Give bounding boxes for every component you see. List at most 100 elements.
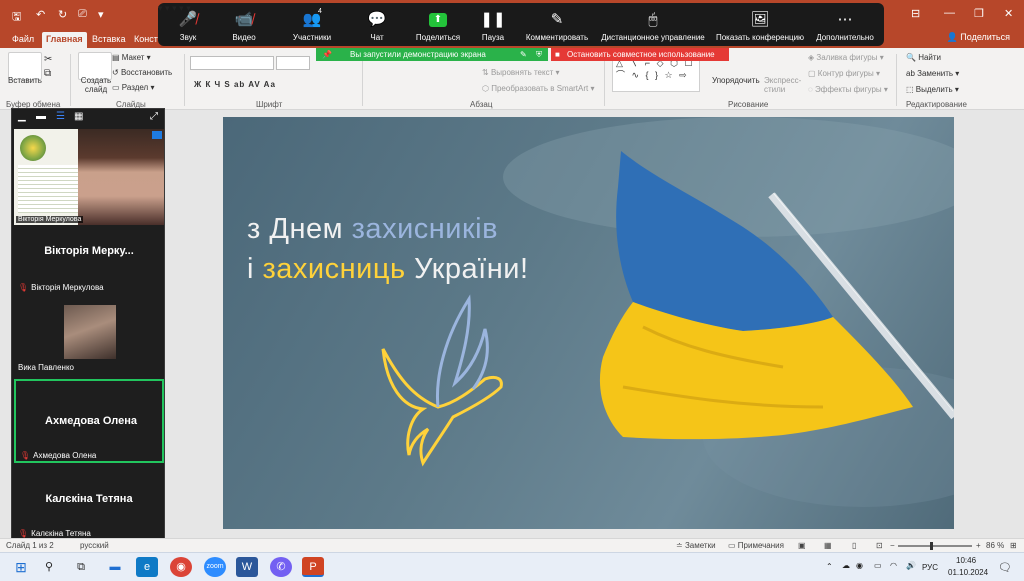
battery-icon[interactable]: ▭ xyxy=(874,561,882,570)
tab-home[interactable]: Главная xyxy=(42,32,87,48)
save-icon[interactable]: 🖫 xyxy=(12,8,21,27)
maximize-icon[interactable]: ❐ xyxy=(974,7,984,20)
comments-button[interactable]: ▭ Примечания xyxy=(728,541,784,550)
quick-styles-button[interactable]: Экспресс-стили xyxy=(764,76,802,94)
minimize-icon[interactable]: — xyxy=(944,7,955,19)
search-icon[interactable]: ⚲ xyxy=(38,557,60,577)
participants-button[interactable]: 👥 Участники xyxy=(284,3,340,46)
participant-tile-active-speaker[interactable]: Ахмедова Олена 🎙 Ахмедова Олена xyxy=(14,379,164,463)
volume-icon[interactable]: 🔊 xyxy=(906,561,916,570)
notifications-icon[interactable]: 🗨 xyxy=(998,561,1012,574)
windows-start-icon[interactable]: ⊞ xyxy=(10,557,32,577)
more-button[interactable]: ⋯ Дополнительно xyxy=(814,3,876,46)
reset-label: Восстановить xyxy=(120,68,173,77)
share-screen-button[interactable]: ⬆ Поделиться xyxy=(412,3,464,46)
section-button[interactable]: ▭ Раздел ▾ xyxy=(112,83,154,92)
slide-title[interactable]: з Днем захисників і захисниць України! xyxy=(247,209,529,289)
remote-control-button[interactable]: 🖱 Дистанционное управление xyxy=(600,3,706,46)
video-options-icon[interactable] xyxy=(152,131,162,139)
arrange-button[interactable]: Упорядочить xyxy=(712,76,760,85)
normal-view-icon[interactable]: ▣ xyxy=(798,541,806,550)
slideshow-view-icon[interactable]: ⊡ xyxy=(876,541,883,550)
remote-control-icon: 🖱 xyxy=(648,11,658,28)
share-button[interactable]: 👤 Поделиться xyxy=(947,32,1010,43)
zoom-slider-handle[interactable] xyxy=(930,542,933,550)
clock-date[interactable]: 01.10.2024 xyxy=(948,568,988,577)
strip-view-icon[interactable]: ☰ xyxy=(56,111,65,122)
shield-icon: ⛨ xyxy=(536,50,542,59)
participant-tile[interactable]: Калєкіна Тетяна 🎙 Калєкіна Тетяна xyxy=(14,469,164,543)
new-slide-label: Создать слайд xyxy=(80,76,112,94)
reset-button[interactable]: ↺ Восстановить xyxy=(112,68,172,77)
zoom-level[interactable]: 86 % xyxy=(986,541,1004,550)
shape-fill-button[interactable]: ◈ Заливка фигуры ▾ xyxy=(808,53,884,62)
cut-icon[interactable]: ✂ xyxy=(44,54,52,65)
reading-view-icon[interactable]: ▯ xyxy=(852,541,856,550)
stop-share-button[interactable]: ■ Остановить совместное использование xyxy=(551,48,729,61)
slide-sorter-icon[interactable]: ▦ xyxy=(824,541,832,550)
layout-button[interactable]: ▤ Макет ▾ xyxy=(112,53,151,62)
chat-label: Чат xyxy=(370,33,384,42)
font-family-select[interactable] xyxy=(190,56,274,70)
shape-outline-button[interactable]: ▢ Контур фигуры ▾ xyxy=(808,69,880,78)
gallery-view-icon[interactable]: ▦ xyxy=(74,111,83,122)
zoom-tray-icon[interactable]: ◉ xyxy=(856,561,863,570)
cloud-icon[interactable]: ☁ xyxy=(842,561,850,570)
slide-title-part: з Днем xyxy=(247,213,352,245)
task-view-icon[interactable]: ⧉ xyxy=(70,557,92,577)
zoom-in-icon[interactable]: + xyxy=(976,541,981,550)
tab-insert[interactable]: Вставка xyxy=(88,32,129,48)
zoom-out-icon[interactable]: − xyxy=(890,541,895,550)
chevron-up-icon[interactable]: ⌃ xyxy=(826,562,833,571)
participant-tile[interactable]: Вика Павленко xyxy=(14,305,164,375)
zoom-participants-panel: ▁ ▬ ☰ ▦ ⤢ Вікторія Меркулова Вікторія Ме… xyxy=(11,108,165,544)
sharing-status-banner[interactable]: 📌 Вы запустили демонстрацию экрана ✎ ⛨ xyxy=(316,48,548,61)
zoom-app-icon[interactable]: zoom xyxy=(204,557,226,577)
layout-label: Макет xyxy=(121,53,145,62)
shape-effects-button[interactable]: ◌ Эффекты фигуры ▾ xyxy=(808,85,888,94)
chevron-down-icon[interactable]: ▾ xyxy=(158,3,163,13)
find-button[interactable]: 🔍 Найти xyxy=(906,53,941,62)
font-style-buttons[interactable]: Ж К Ч S ab AV Aa xyxy=(194,80,276,89)
show-meeting-button[interactable]: 🖼 Показать конференцию xyxy=(714,3,806,46)
file-explorer-icon[interactable]: ▬ xyxy=(104,557,126,577)
powerpoint-icon[interactable]: P xyxy=(302,557,324,577)
expand-icon[interactable]: ⤢ xyxy=(150,111,158,122)
speaker-view-icon[interactable]: ▬ xyxy=(36,111,46,122)
annotate-button[interactable]: ✎ Комментировать xyxy=(522,3,592,46)
replace-button[interactable]: ab Заменить ▾ xyxy=(906,69,959,78)
wifi-icon[interactable]: ◠ xyxy=(890,561,897,570)
audio-button[interactable]: 🎤̸ Звук xyxy=(168,3,208,46)
start-slideshow-icon[interactable]: ⎚ xyxy=(78,8,87,21)
slide-canvas[interactable]: з Днем захисників і захисниць України! xyxy=(223,117,954,529)
tab-file[interactable]: Файл xyxy=(8,32,38,48)
clock-time[interactable]: 10:46 xyxy=(956,556,976,565)
video-button[interactable]: 📹̸ Видео xyxy=(224,3,264,46)
chrome-icon[interactable]: ◉ xyxy=(170,557,192,577)
customize-toolbar-icon[interactable]: ▾ xyxy=(98,8,104,21)
edge-browser-icon[interactable]: e xyxy=(136,557,158,577)
select-button[interactable]: ⬚ Выделить ▾ xyxy=(906,85,959,94)
participant-tile[interactable]: Вікторія Мерку... 🎙 Вікторія Меркулова xyxy=(14,227,164,297)
ribbon-display-icon[interactable]: ⊟ xyxy=(911,7,920,20)
smartart-button[interactable]: ⬡ Преобразовать в SmartArt ▾ xyxy=(482,84,595,93)
redo-icon[interactable]: ↻ xyxy=(58,8,67,21)
undo-icon[interactable]: ↶ xyxy=(36,8,45,21)
font-size-select[interactable] xyxy=(276,56,310,70)
zoom-slider[interactable] xyxy=(898,542,972,550)
divider xyxy=(70,54,71,106)
close-icon[interactable]: ✕ xyxy=(1004,7,1013,20)
notes-button[interactable]: ≐ Заметки xyxy=(676,541,716,550)
copy-icon[interactable]: ⧉ xyxy=(44,68,51,79)
input-language[interactable]: РУС xyxy=(922,563,938,572)
word-icon[interactable]: W xyxy=(236,557,258,577)
chat-button[interactable]: 💬 Чат xyxy=(362,3,392,46)
pause-share-button[interactable]: ❚❚ Пауза xyxy=(476,3,510,46)
mic-muted-icon: 🎙 xyxy=(18,529,29,538)
minimize-panel-icon[interactable]: ▁ xyxy=(18,111,26,122)
viber-icon[interactable]: ✆ xyxy=(270,557,292,577)
fit-slide-icon[interactable]: ⊞ xyxy=(1010,541,1017,550)
language-indicator[interactable]: русский xyxy=(80,541,109,550)
align-text-button[interactable]: ⇅ Выровнять текст ▾ xyxy=(482,68,560,77)
participant-video[interactable]: Вікторія Меркулова xyxy=(14,129,164,225)
